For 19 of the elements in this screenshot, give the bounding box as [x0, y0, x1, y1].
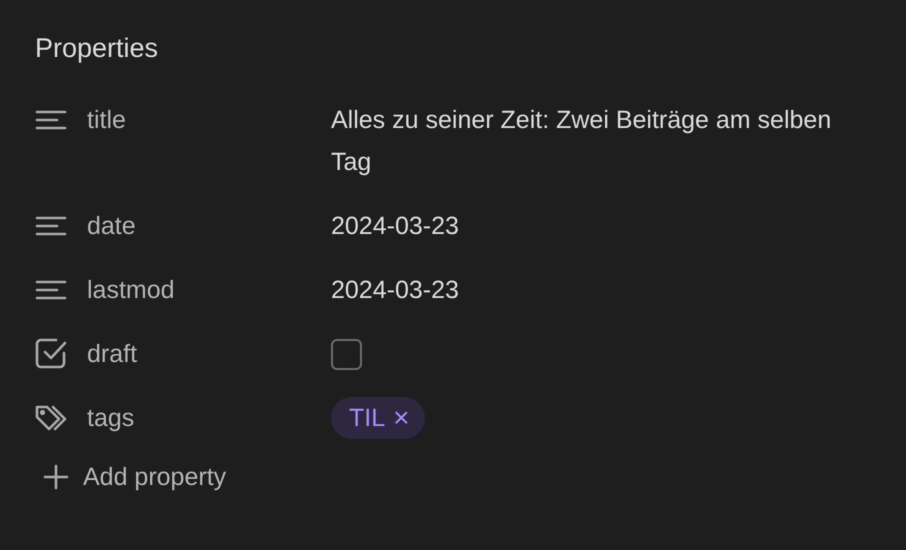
- property-name[interactable]: title: [87, 99, 126, 141]
- checkbox[interactable]: [331, 338, 362, 370]
- add-property-button[interactable]: Add property: [43, 456, 226, 498]
- plus-icon: [43, 464, 69, 490]
- property-value[interactable]: 2024-03-23: [331, 205, 459, 247]
- remove-tag-button[interactable]: ×: [393, 404, 410, 432]
- property-name[interactable]: tags: [87, 397, 134, 439]
- tag-icon: [35, 404, 69, 432]
- panel-heading: Properties: [35, 32, 158, 65]
- property-name[interactable]: date: [87, 205, 136, 247]
- property-name[interactable]: lastmod: [87, 269, 175, 311]
- tag-pill[interactable]: TIL ×: [331, 397, 426, 439]
- lines-icon: [35, 215, 67, 237]
- lines-icon: [35, 279, 67, 301]
- property-value[interactable]: Alles zu seiner Zeit: Zwei Beiträge am selben Tag: [331, 99, 871, 183]
- property-name[interactable]: draft: [87, 333, 138, 375]
- checkbox-icon: [35, 338, 67, 370]
- lines-icon: [35, 109, 67, 131]
- property-value[interactable]: 2024-03-23: [331, 269, 459, 311]
